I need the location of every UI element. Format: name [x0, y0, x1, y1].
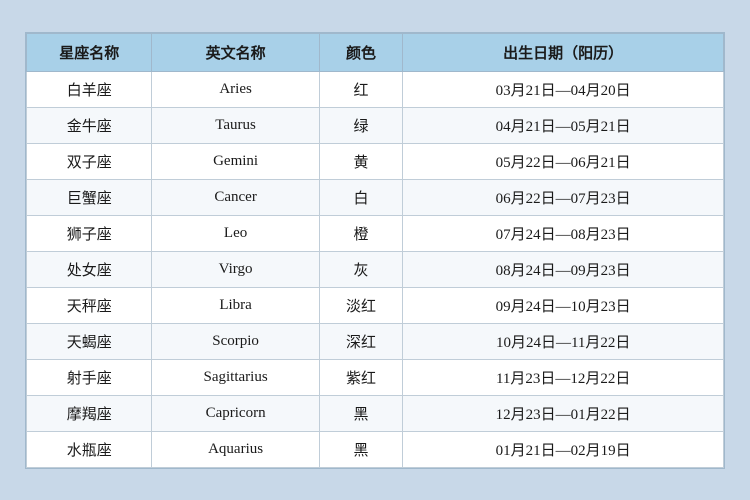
cell-english-name: Virgo: [152, 251, 319, 287]
cell-english-name: Sagittarius: [152, 359, 319, 395]
cell-chinese-name: 水瓶座: [27, 431, 152, 467]
table-row: 处女座Virgo灰08月24日—09月23日: [27, 251, 724, 287]
table-row: 双子座Gemini黄05月22日—06月21日: [27, 143, 724, 179]
cell-english-name: Aquarius: [152, 431, 319, 467]
table-row: 巨蟹座Cancer白06月22日—07月23日: [27, 179, 724, 215]
cell-date: 12月23日—01月22日: [403, 395, 724, 431]
header-chinese-name: 星座名称: [27, 33, 152, 71]
cell-date: 11月23日—12月22日: [403, 359, 724, 395]
cell-english-name: Capricorn: [152, 395, 319, 431]
cell-date: 07月24日—08月23日: [403, 215, 724, 251]
cell-date: 08月24日—09月23日: [403, 251, 724, 287]
cell-chinese-name: 天蝎座: [27, 323, 152, 359]
table-row: 天秤座Libra淡红09月24日—10月23日: [27, 287, 724, 323]
cell-english-name: Cancer: [152, 179, 319, 215]
cell-english-name: Libra: [152, 287, 319, 323]
table-body: 白羊座Aries红03月21日—04月20日金牛座Taurus绿04月21日—0…: [27, 71, 724, 467]
cell-english-name: Taurus: [152, 107, 319, 143]
table-row: 射手座Sagittarius紫红11月23日—12月22日: [27, 359, 724, 395]
cell-chinese-name: 狮子座: [27, 215, 152, 251]
cell-date: 01月21日—02月19日: [403, 431, 724, 467]
zodiac-table-container: 星座名称 英文名称 颜色 出生日期（阳历） 白羊座Aries红03月21日—04…: [25, 32, 725, 469]
cell-chinese-name: 摩羯座: [27, 395, 152, 431]
table-row: 天蝎座Scorpio深红10月24日—11月22日: [27, 323, 724, 359]
cell-color: 红: [319, 71, 403, 107]
header-english-name: 英文名称: [152, 33, 319, 71]
table-row: 水瓶座Aquarius黑01月21日—02月19日: [27, 431, 724, 467]
cell-chinese-name: 金牛座: [27, 107, 152, 143]
cell-date: 09月24日—10月23日: [403, 287, 724, 323]
header-color: 颜色: [319, 33, 403, 71]
cell-color: 白: [319, 179, 403, 215]
zodiac-table: 星座名称 英文名称 颜色 出生日期（阳历） 白羊座Aries红03月21日—04…: [26, 33, 724, 468]
cell-chinese-name: 射手座: [27, 359, 152, 395]
cell-date: 10月24日—11月22日: [403, 323, 724, 359]
cell-english-name: Gemini: [152, 143, 319, 179]
cell-chinese-name: 处女座: [27, 251, 152, 287]
cell-english-name: Scorpio: [152, 323, 319, 359]
cell-color: 橙: [319, 215, 403, 251]
cell-color: 绿: [319, 107, 403, 143]
cell-color: 淡红: [319, 287, 403, 323]
cell-english-name: Leo: [152, 215, 319, 251]
header-date: 出生日期（阳历）: [403, 33, 724, 71]
cell-color: 黑: [319, 431, 403, 467]
table-row: 金牛座Taurus绿04月21日—05月21日: [27, 107, 724, 143]
cell-chinese-name: 白羊座: [27, 71, 152, 107]
cell-color: 紫红: [319, 359, 403, 395]
cell-color: 黑: [319, 395, 403, 431]
table-header-row: 星座名称 英文名称 颜色 出生日期（阳历）: [27, 33, 724, 71]
cell-chinese-name: 双子座: [27, 143, 152, 179]
cell-date: 06月22日—07月23日: [403, 179, 724, 215]
cell-date: 04月21日—05月21日: [403, 107, 724, 143]
cell-english-name: Aries: [152, 71, 319, 107]
cell-color: 灰: [319, 251, 403, 287]
table-row: 白羊座Aries红03月21日—04月20日: [27, 71, 724, 107]
cell-chinese-name: 巨蟹座: [27, 179, 152, 215]
cell-date: 03月21日—04月20日: [403, 71, 724, 107]
table-row: 狮子座Leo橙07月24日—08月23日: [27, 215, 724, 251]
cell-color: 深红: [319, 323, 403, 359]
cell-chinese-name: 天秤座: [27, 287, 152, 323]
cell-color: 黄: [319, 143, 403, 179]
cell-date: 05月22日—06月21日: [403, 143, 724, 179]
table-row: 摩羯座Capricorn黑12月23日—01月22日: [27, 395, 724, 431]
